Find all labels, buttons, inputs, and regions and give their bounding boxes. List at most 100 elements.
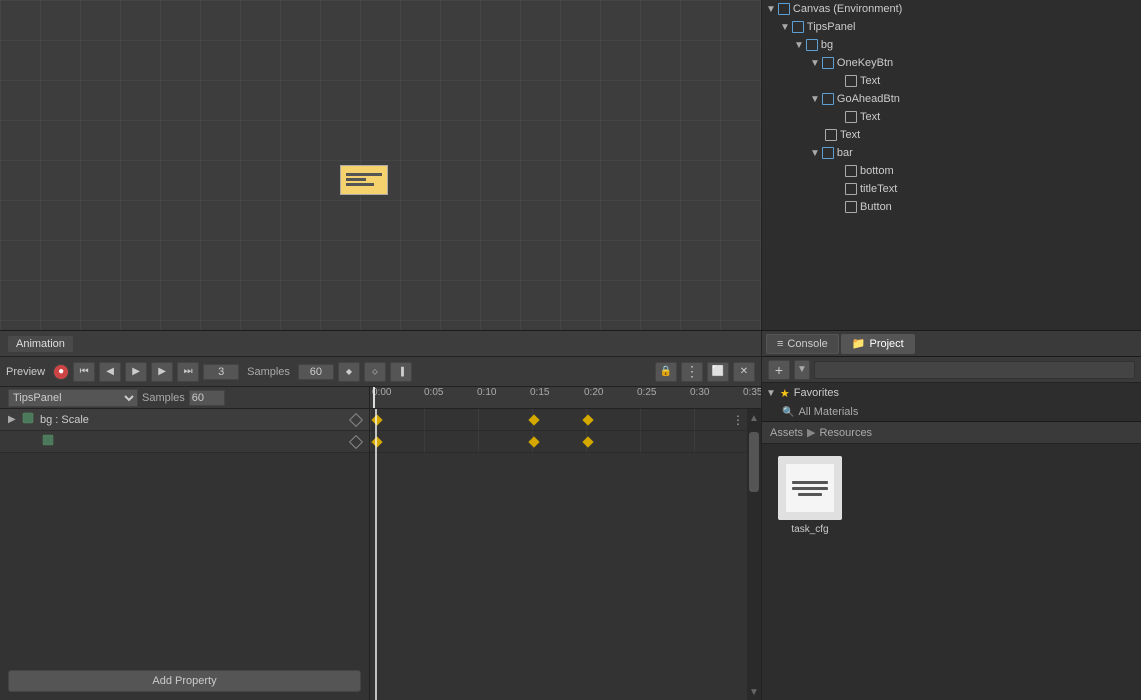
console-tab[interactable]: ≡ Console — [766, 334, 839, 354]
samples-input-2[interactable] — [189, 390, 225, 406]
scene-object[interactable] — [340, 165, 388, 195]
arrow-icon: ▼ — [766, 4, 776, 15]
samples-input[interactable] — [298, 364, 334, 380]
animation-content: TipsPanel Samples ▶ bg : Scale — [0, 387, 761, 700]
cube-icon — [821, 146, 835, 160]
hierarchy-label: bottom — [860, 165, 894, 177]
hierarchy-label: Text — [860, 75, 880, 87]
asset-task-cfg[interactable]: task_cfg — [774, 456, 846, 535]
diamond-btn[interactable]: ◆ — [338, 362, 360, 382]
expand-btn[interactable]: ⬜ — [707, 362, 729, 382]
skip-to-end-button[interactable]: ⏭ — [177, 362, 199, 382]
project-tab[interactable]: 📁 Project — [841, 334, 915, 354]
scene-object-line — [346, 183, 374, 186]
favorites-header[interactable]: ▼ ★ Favorites — [762, 383, 1141, 403]
hierarchy-item-canvas[interactable]: ▼ Canvas (Environment) — [762, 0, 1141, 18]
arrow-icon: ▼ — [780, 22, 790, 33]
hierarchy-item-tipspanel[interactable]: ▼ TipsPanel — [762, 18, 1141, 36]
project-dropdown-btn[interactable]: ▼ — [794, 360, 810, 380]
hierarchy-label: TipsPanel — [807, 21, 856, 33]
all-materials-item[interactable]: 🔍 All Materials — [762, 403, 1141, 421]
animation-header: Animation — [0, 331, 761, 357]
console-icon: ≡ — [777, 338, 783, 350]
skip-to-start-button[interactable]: ⏮ — [73, 362, 95, 382]
animation-tab[interactable]: Animation — [8, 336, 73, 352]
arrow-icon: ▼ — [794, 40, 804, 51]
hierarchy-item-goaheadbtn[interactable]: ▼ GoAheadBtn — [762, 90, 1141, 108]
project-add-button[interactable]: + — [768, 360, 790, 380]
hierarchy-label: Text — [860, 111, 880, 123]
cube-white-icon — [844, 182, 858, 196]
time-mark-2: 0:10 — [477, 387, 496, 398]
scroll-up-btn[interactable]: ▲ — [749, 413, 759, 424]
search-icon: 🔍 — [782, 407, 794, 418]
animation-panel: Animation Preview ● ⏮ ◀ ▶ ▶ ⏭ Samples ◆ … — [0, 331, 762, 700]
keyframe-diamond-sub-btn[interactable] — [349, 434, 363, 448]
hierarchy-item-bar[interactable]: ▼ bar — [762, 144, 1141, 162]
hierarchy-item-text-bg[interactable]: Text — [762, 126, 1141, 144]
track-grid — [370, 409, 761, 430]
object-selector-row: TipsPanel Samples — [0, 387, 369, 409]
bar-btn[interactable]: ▐ — [390, 362, 412, 382]
scene-view — [0, 0, 762, 330]
playhead-header — [373, 387, 375, 408]
asset-line — [798, 493, 822, 496]
play-button[interactable]: ▶ — [125, 362, 147, 382]
object-selector[interactable]: TipsPanel — [8, 389, 138, 407]
frame-input[interactable] — [203, 364, 239, 380]
prev-frame-button[interactable]: ◀ — [99, 362, 121, 382]
timeline-scrollbar: ▲ ▼ — [747, 409, 761, 700]
timeline-track-2 — [370, 431, 761, 453]
keyframe-btn[interactable]: ⬦ — [364, 362, 386, 382]
animation-toolbar: Preview ● ⏮ ◀ ▶ ▶ ⏭ Samples ◆ ⬦ ▐ 🔒 ⋮ ⬜ … — [0, 357, 761, 387]
hierarchy-panel: ▼ Canvas (Environment) ▼ TipsPanel ▼ bg … — [762, 0, 1141, 330]
hierarchy-label: Text — [840, 129, 860, 141]
hierarchy-item-bottom[interactable]: bottom — [762, 162, 1141, 180]
hierarchy-label: bg — [821, 39, 833, 51]
hierarchy-label: titleText — [860, 183, 897, 195]
asset-line — [792, 487, 828, 490]
hierarchy-item-onekeybtn[interactable]: ▼ OneKeyBtn — [762, 54, 1141, 72]
asset-label: task_cfg — [791, 524, 828, 535]
scene-object-line — [346, 178, 366, 181]
keyframe-diamond-btn[interactable] — [349, 412, 363, 426]
hierarchy-item-text-goaheadbtn[interactable]: Text — [762, 108, 1141, 126]
preview-label: Preview — [6, 366, 45, 378]
assets-grid: task_cfg — [762, 444, 1141, 700]
hierarchy-item-text-onekeybtn[interactable]: Text — [762, 72, 1141, 90]
scrollbar-thumb[interactable] — [749, 432, 759, 492]
close-btn[interactable]: ✕ — [733, 362, 755, 382]
cube-white-icon — [824, 128, 838, 142]
expand-icon[interactable]: ▶ — [8, 414, 22, 425]
project-search-input[interactable] — [814, 361, 1135, 379]
property-sub-row — [0, 431, 369, 453]
cube-icon — [805, 38, 819, 52]
right-panel: ≡ Console 📁 Project + ▼ ▼ ★ Favorites 🔍 … — [762, 331, 1141, 700]
scene-object-line — [346, 173, 382, 176]
assets-panel: Assets ▶ Resources task_cfg — [762, 422, 1141, 700]
cube-white-icon — [844, 110, 858, 124]
property-bg-scale-row: ▶ bg : Scale — [0, 409, 369, 431]
hierarchy-item-button[interactable]: Button — [762, 198, 1141, 216]
time-mark-5: 0:25 — [637, 387, 656, 398]
time-mark-6: 0:30 — [690, 387, 709, 398]
asset-icon-inner — [786, 464, 834, 512]
hierarchy-item-titletext[interactable]: titleText — [762, 180, 1141, 198]
breadcrumb-resources[interactable]: Resources — [819, 427, 872, 439]
record-button[interactable]: ● — [53, 364, 69, 380]
hierarchy-label: bar — [837, 147, 853, 159]
lock-btn[interactable]: 🔒 — [655, 362, 677, 382]
next-frame-button[interactable]: ▶ — [151, 362, 173, 382]
timeline-options-btn[interactable]: ⋮ — [731, 409, 745, 431]
add-property-button[interactable]: Add Property — [8, 670, 361, 692]
menu-btn[interactable]: ⋮ — [681, 362, 703, 382]
time-mark-7: 0:35 — [743, 387, 761, 398]
all-materials-label: All Materials — [798, 406, 858, 418]
breadcrumb-arrow: ▶ — [807, 426, 815, 439]
breadcrumb-assets[interactable]: Assets — [770, 427, 803, 439]
hierarchy-item-bg[interactable]: ▼ bg — [762, 36, 1141, 54]
console-tab-label: Console — [787, 338, 827, 350]
arrow-icon: ▼ — [810, 58, 820, 69]
scroll-down-btn[interactable]: ▼ — [749, 687, 759, 698]
cube-icon — [821, 92, 835, 106]
